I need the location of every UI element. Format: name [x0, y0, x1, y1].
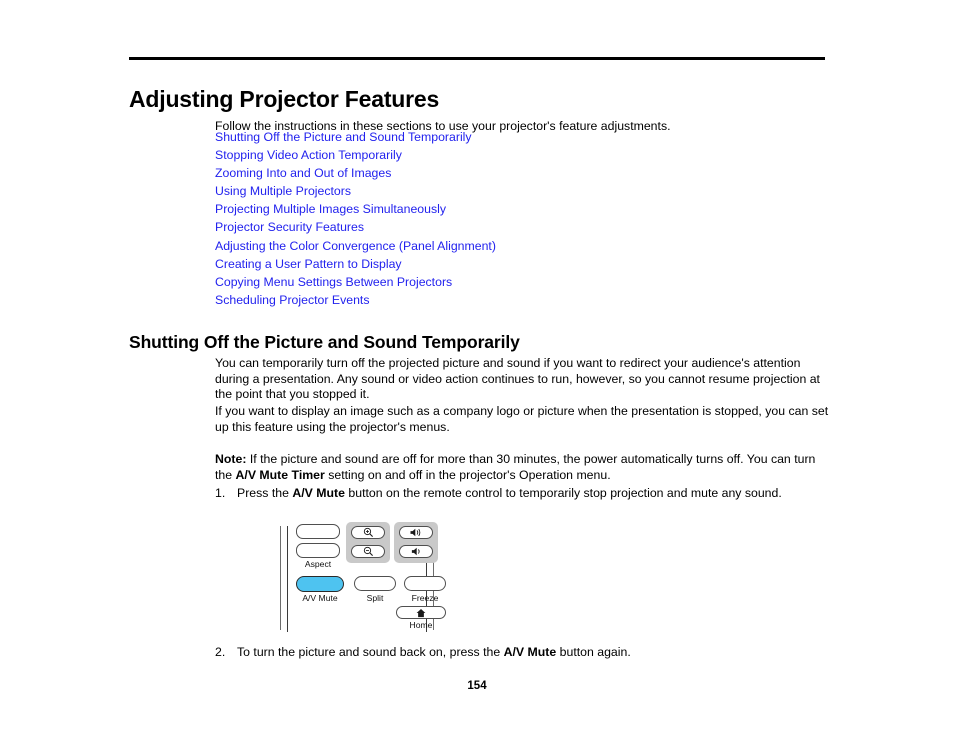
toc-link-zooming-images[interactable]: Zooming Into and Out of Images: [215, 164, 835, 182]
section-link-list: Shutting Off the Picture and Sound Tempo…: [215, 128, 835, 309]
remote-button-aspect[interactable]: [296, 543, 340, 558]
step-1-number: 1.: [215, 486, 226, 500]
section-heading: Shutting Off the Picture and Sound Tempo…: [129, 331, 520, 352]
title-rule: [129, 57, 825, 60]
step-2-text-after: button again.: [556, 645, 631, 659]
page-number: 154: [467, 680, 487, 692]
toc-link-projector-security-features[interactable]: Projector Security Features: [215, 218, 835, 236]
remote-button-blank[interactable]: [296, 524, 340, 539]
remote-caption-av-mute: A/V Mute: [302, 593, 338, 603]
document-page: Adjusting Projector Features Follow the …: [0, 0, 954, 738]
page-title: Adjusting Projector Features: [129, 86, 440, 113]
step-1-emphasis: A/V Mute: [292, 486, 345, 500]
remote-button-volume-down[interactable]: [399, 545, 433, 558]
remote-caption-home: Home: [409, 620, 433, 630]
toc-link-scheduling-projector-events[interactable]: Scheduling Projector Events: [215, 291, 835, 309]
remote-button-volume-up[interactable]: [399, 526, 433, 539]
toc-link-creating-user-pattern[interactable]: Creating a User Pattern to Display: [215, 255, 835, 273]
remote-button-split[interactable]: [354, 576, 396, 591]
step-2-text-before: To turn the picture and sound back on, p…: [237, 645, 504, 659]
toc-link-shutting-off-picture-sound[interactable]: Shutting Off the Picture and Sound Tempo…: [215, 128, 835, 146]
toc-link-using-multiple-projectors[interactable]: Using Multiple Projectors: [215, 182, 835, 200]
step-1-text: Press the A/V Mute button on the remote …: [237, 486, 835, 502]
section-paragraph-1: You can temporarily turn off the project…: [215, 356, 820, 402]
remote-body-edge-left-inner: [287, 526, 288, 632]
step-1: 1. Press the A/V Mute button on the remo…: [215, 486, 835, 502]
remote-button-home[interactable]: [396, 606, 446, 619]
toc-link-copying-menu-settings[interactable]: Copying Menu Settings Between Projectors: [215, 273, 835, 291]
step-2-number: 2.: [215, 645, 226, 659]
remote-button-zoom-in[interactable]: [351, 526, 385, 539]
toc-link-color-convergence[interactable]: Adjusting the Color Convergence (Panel A…: [215, 237, 835, 255]
remote-caption-aspect: Aspect: [304, 559, 332, 569]
note-text-after: setting on and off in the projector's Op…: [324, 467, 611, 482]
toc-link-projecting-multiple-images[interactable]: Projecting Multiple Images Simultaneousl…: [215, 200, 835, 218]
remote-button-zoom-out[interactable]: [351, 545, 385, 558]
note-paragraph: Note: If the picture and sound are off f…: [215, 452, 829, 483]
remote-button-freeze[interactable]: [404, 576, 446, 591]
step-1-text-after: button on the remote control to temporar…: [344, 486, 782, 500]
note-emphasis: A/V Mute Timer: [235, 467, 325, 482]
step-1-text-before: Press the: [237, 486, 293, 500]
remote-button-av-mute[interactable]: [296, 576, 344, 592]
section-paragraph-2: If you want to display an image such as …: [215, 404, 829, 434]
step-2-text: To turn the picture and sound back on, p…: [237, 645, 835, 661]
remote-body-edge-left-outer: [280, 526, 281, 630]
step-2-emphasis: A/V Mute: [503, 645, 557, 659]
remote-control-figure: Aspect A/V Mute Split Freeze Home: [278, 522, 446, 634]
note-label: Note:: [215, 452, 247, 467]
remote-caption-split: Split: [366, 593, 384, 603]
step-2: 2. To turn the picture and sound back on…: [215, 645, 835, 661]
toc-link-stopping-video-action[interactable]: Stopping Video Action Temporarily: [215, 146, 835, 164]
remote-caption-freeze: Freeze: [411, 593, 439, 603]
